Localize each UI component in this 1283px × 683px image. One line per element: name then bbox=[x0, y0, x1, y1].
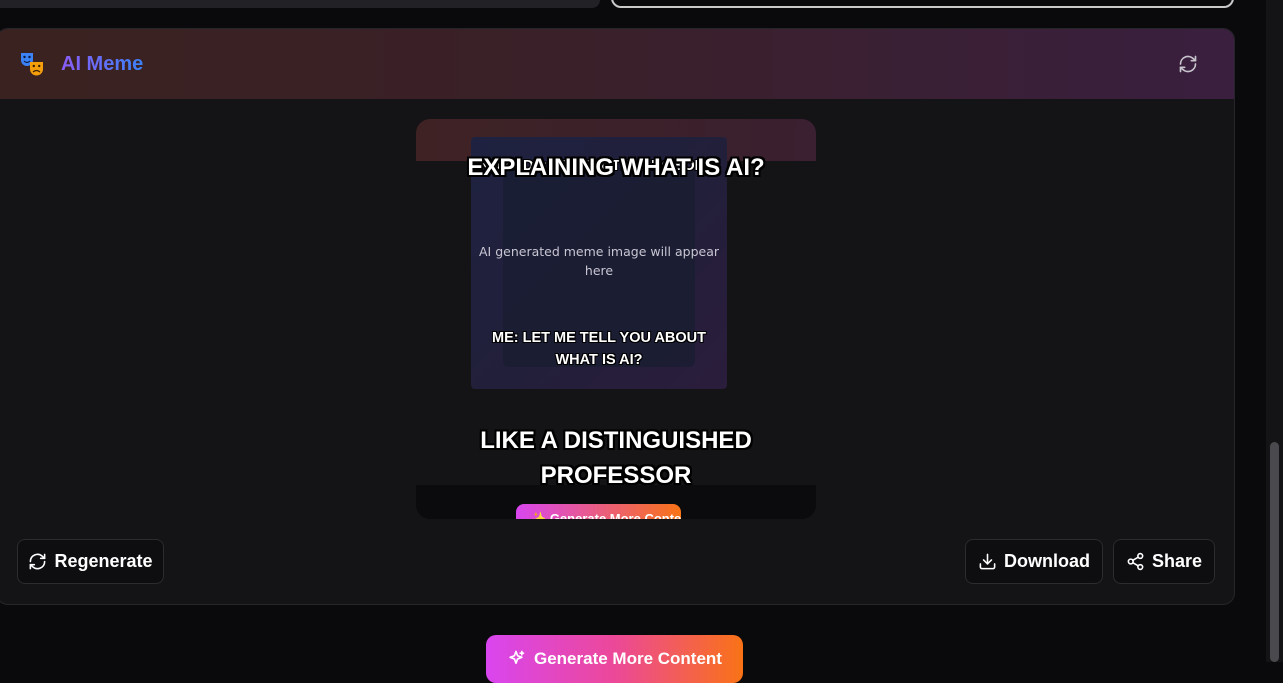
share-icon bbox=[1127, 552, 1144, 571]
inner-bottom-caption: ME: LET ME TELL YOU ABOUT WHAT IS AI? bbox=[491, 330, 706, 368]
download-label: Download bbox=[1004, 551, 1090, 571]
top-input-edge bbox=[611, 0, 1234, 8]
meme-bottom-caption: LIKE A DISTINGUISHED PROFESSOR bbox=[480, 427, 752, 489]
meme-preview: AI generated meme image will appear here… bbox=[416, 119, 816, 519]
ai-meme-card: AI Meme AI generated meme image will app… bbox=[0, 28, 1235, 605]
preview-generate-button: ✨ Generate More Content bbox=[516, 504, 681, 519]
regenerate-button[interactable]: Regenerate bbox=[17, 539, 164, 584]
refresh-button[interactable] bbox=[1175, 51, 1201, 77]
regenerate-label: Regenerate bbox=[54, 551, 153, 571]
scrollbar[interactable] bbox=[1266, 0, 1283, 662]
generate-more-button[interactable]: Generate More Content bbox=[486, 635, 743, 683]
share-button[interactable]: Share bbox=[1113, 539, 1215, 584]
download-button[interactable]: Download bbox=[965, 539, 1103, 584]
share-label: Share bbox=[1151, 551, 1203, 571]
generate-more-label: Generate More Content bbox=[534, 649, 722, 668]
card-header: AI Meme bbox=[0, 29, 1234, 99]
sparkles-icon bbox=[509, 650, 525, 664]
download-icon bbox=[979, 553, 996, 570]
top-panel-edge bbox=[0, 0, 600, 8]
refresh-icon bbox=[1179, 55, 1197, 73]
meme-top-caption: EXPLAINING WHAT IS AI? bbox=[467, 154, 765, 181]
scrollbar-thumb[interactable] bbox=[1270, 442, 1279, 662]
sparkles-icon: ✨ bbox=[530, 511, 550, 519]
placeholder-text: AI generated meme image will appear here bbox=[479, 244, 719, 278]
theater-masks-icon bbox=[19, 50, 47, 78]
refresh-icon bbox=[30, 553, 46, 570]
card-title: AI Meme bbox=[61, 53, 144, 75]
